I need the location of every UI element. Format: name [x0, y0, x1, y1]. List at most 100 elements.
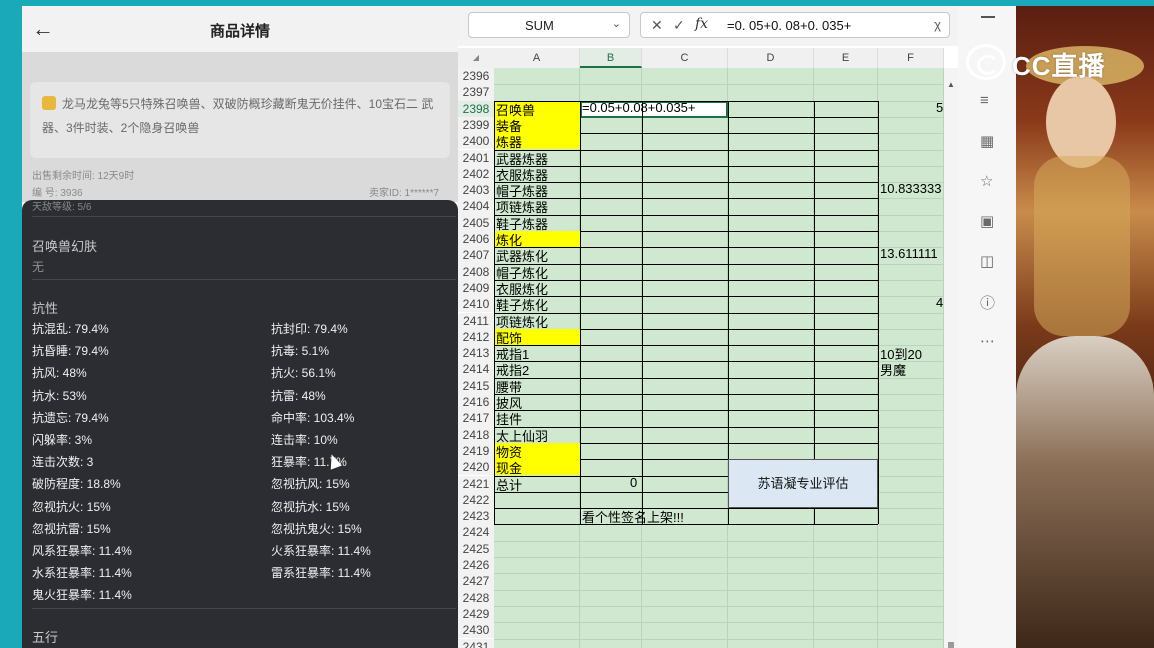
row-header[interactable]: 2431	[458, 638, 494, 648]
row-header[interactable]: 2408	[458, 263, 494, 280]
more-icon[interactable]: ⋯	[980, 332, 995, 350]
wuxing-section-title: 五行	[32, 630, 59, 645]
scroll-up-icon[interactable]: ▲	[947, 80, 955, 89]
row-header[interactable]: 2419	[458, 442, 494, 460]
resist-attr: 连击率: 10%	[271, 433, 338, 447]
row-header[interactable]: 2413	[458, 345, 494, 362]
formula-text[interactable]: =0. 05+0. 08+0. 035+	[727, 18, 851, 33]
row-header[interactable]: 2423	[458, 508, 494, 525]
row-header[interactable]: 2418	[458, 426, 494, 443]
row-header[interactable]: 2412	[458, 328, 494, 346]
gold-veil	[1034, 156, 1130, 336]
scroll-thumb[interactable]	[948, 642, 954, 648]
row-header[interactable]: 2397	[458, 84, 494, 101]
fx-icon[interactable]: fx	[695, 16, 708, 32]
cell-f[interactable]: 13.611111	[880, 246, 938, 261]
cell-grid[interactable]: 召唤兽 =0.05+0.08+0.035+ 5 装备 炼器 武器炼器 衣服炼器 帽子炼器 10.…	[494, 68, 944, 648]
divider	[32, 279, 456, 280]
sliders-icon[interactable]: ≡	[980, 92, 989, 109]
row-header[interactable]: 2406	[458, 231, 494, 248]
streamer-camera	[1016, 6, 1154, 648]
row-header[interactable]: 2421	[458, 475, 494, 492]
phone-topbar: ← 商品详情	[22, 6, 458, 52]
x-icon[interactable]: ✕	[651, 17, 663, 34]
row-header[interactable]: 2428	[458, 589, 494, 606]
row-header[interactable]: 2411	[458, 312, 494, 329]
row-header[interactable]: 2427	[458, 573, 494, 590]
check-icon[interactable]: ✓	[673, 17, 685, 34]
column-header-b[interactable]: B	[580, 48, 642, 68]
side-toolbar: ≡ ▦ ☆ ▣ ◫ ⓘ ⋯	[958, 6, 1016, 648]
row-header[interactable]: 2403	[458, 182, 494, 199]
column-header-c[interactable]: C	[642, 48, 728, 68]
cell-border	[494, 377, 878, 379]
row-header[interactable]: 2414	[458, 361, 494, 378]
page-title: 商品详情	[209, 23, 270, 40]
cell-f[interactable]: 男魔	[880, 360, 906, 379]
cell-f[interactable]: 4	[936, 295, 943, 310]
row-header[interactable]: 2424	[458, 524, 494, 541]
row-header[interactable]: 2415	[458, 377, 494, 394]
row-header[interactable]: 2396	[458, 68, 494, 85]
name-box[interactable]: SUM ⌄	[468, 12, 630, 38]
row-header[interactable]: 2417	[458, 410, 494, 427]
resist-attr: 抗毒: 5.1%	[271, 344, 330, 359]
select-all-corner[interactable]: ◢	[458, 48, 494, 68]
row-header[interactable]: 2416	[458, 394, 494, 411]
formula-input[interactable]: ✕ ✓ fx =0. 05+0. 08+0. 035+ χ	[640, 12, 950, 38]
cell-a[interactable]: 总计	[496, 475, 522, 494]
streamer-face	[1046, 76, 1116, 168]
cell-f[interactable]: 5	[936, 100, 943, 115]
row-header[interactable]: 2407	[458, 247, 494, 264]
row-header[interactable]: 2420	[458, 459, 494, 476]
cell-border	[494, 247, 878, 249]
row-header[interactable]: 2399	[458, 116, 494, 134]
cell-border	[878, 100, 879, 525]
row-header[interactable]: 2402	[458, 165, 494, 183]
vertical-scrollbar[interactable]: ▲	[944, 68, 958, 648]
notice-banner[interactable]: 龙马龙兔等5只特殊召唤兽、双破防概珍藏断鬼无价挂件、10宝石二 武器、3件时装、…	[30, 82, 450, 158]
row-header[interactable]: 2430	[458, 622, 494, 639]
row-header[interactable]: 2425	[458, 540, 494, 557]
serial-number: 编 号: 3936	[32, 188, 83, 199]
cell-b[interactable]: 0	[630, 475, 637, 490]
column-header-e[interactable]: E	[814, 48, 878, 68]
seller-id: 卖家ID: 1******7	[369, 188, 440, 199]
cell-f[interactable]: 10.833333	[880, 181, 941, 196]
function-wizard-icon[interactable]: χ	[934, 17, 941, 32]
formula-bar: SUM ⌄ ✕ ✓ fx =0. 05+0. 08+0. 035+ χ	[458, 6, 958, 46]
cell-border	[494, 361, 878, 363]
row-header[interactable]: 2404	[458, 198, 494, 215]
column-header-f[interactable]: F	[878, 48, 944, 68]
column-header-a[interactable]: A	[494, 48, 580, 68]
star-icon[interactable]: ☆	[980, 172, 993, 190]
cell-b[interactable]: 看个性签名上架!!!	[582, 507, 684, 526]
chart-icon[interactable]: ▣	[980, 212, 994, 230]
row-header[interactable]: 2409	[458, 279, 494, 297]
row-header[interactable]: 2426	[458, 557, 494, 574]
table-icon[interactable]: ▦	[980, 132, 994, 150]
item-header-dimmed: 龙马龙兔等5只特殊召唤兽、双破防概珍藏断鬼无价挂件、10宝石二 武器、3件时装、…	[22, 52, 458, 202]
resist-attr: 抗水: 53%	[32, 388, 87, 403]
row-header[interactable]: 2400	[458, 133, 494, 150]
cell-border	[494, 345, 878, 347]
cell-b[interactable]: =0.05+0.08+0.035+	[582, 100, 696, 115]
cell-border	[494, 198, 878, 200]
row-header[interactable]: 2410	[458, 296, 494, 313]
listed-time: 出售剩余时间: 12天9时	[32, 171, 135, 182]
row-header[interactable]: 2401	[458, 149, 494, 166]
column-header-d[interactable]: D	[728, 48, 814, 68]
row-header[interactable]: 2398	[458, 100, 494, 117]
row-header[interactable]: 2405	[458, 214, 494, 231]
cell-border	[494, 426, 878, 428]
search-doc-icon[interactable]: ◫	[980, 252, 994, 270]
attribute-sheet[interactable]: 天敌等级: 5/6 召唤兽幻肤 无 抗性 抗混乱: 79.4% 抗昏睡: 79.4…	[22, 200, 458, 648]
evaluation-box[interactable]: 苏语凝专业评估	[728, 459, 878, 509]
row-header[interactable]: 2422	[458, 491, 494, 509]
help-icon[interactable]: ⓘ	[980, 292, 995, 313]
bell-icon	[42, 96, 56, 110]
resist-attr: 水系狂暴率: 11.4%	[32, 566, 132, 581]
chevron-down-icon[interactable]: ⌄	[612, 17, 621, 30]
row-header[interactable]: 2429	[458, 605, 494, 623]
minimize-icon[interactable]	[981, 16, 995, 18]
